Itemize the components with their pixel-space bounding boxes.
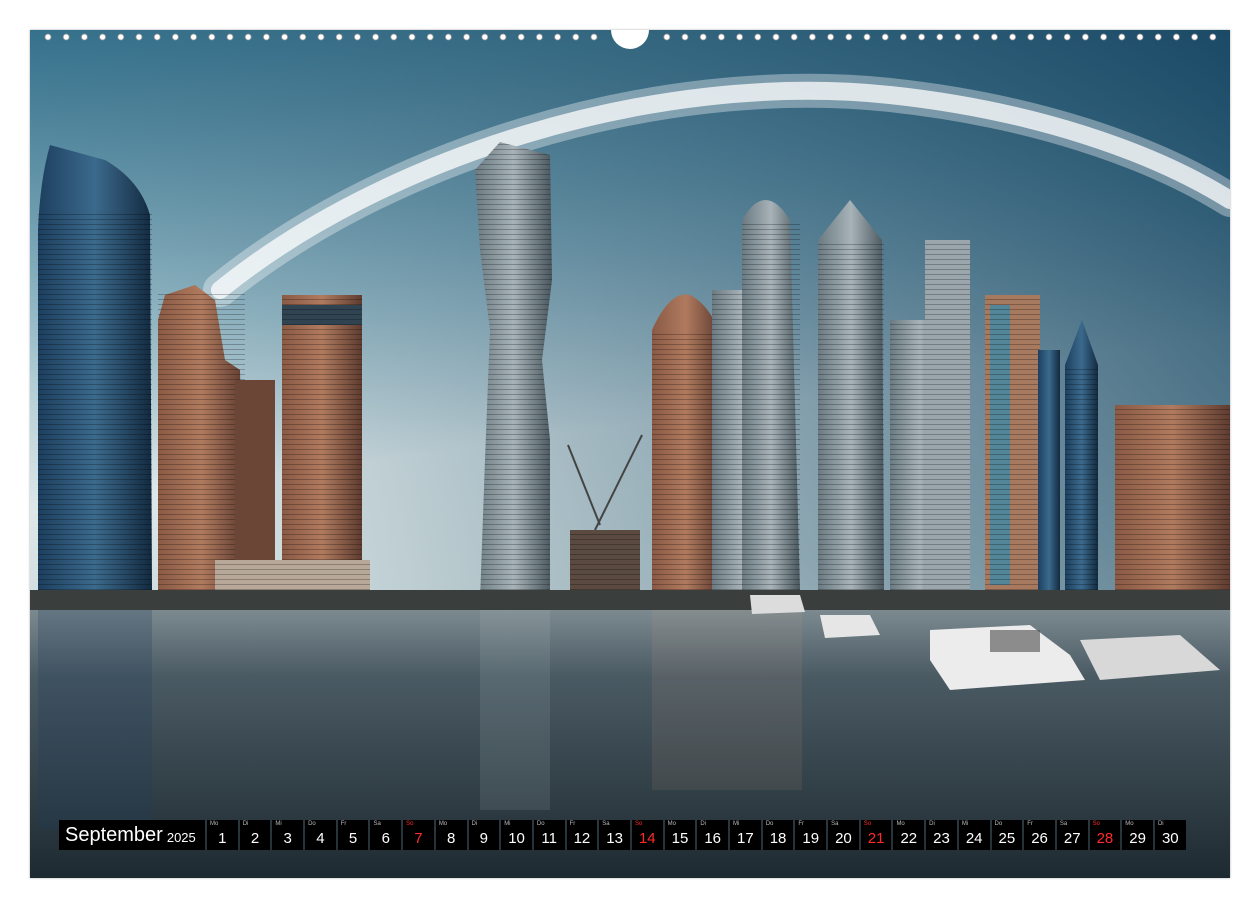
weekday-label: So (863, 821, 872, 827)
weekday-label: Mi (733, 821, 740, 827)
day-number: 30 (1161, 830, 1179, 847)
weekday-label: Fr (798, 821, 805, 827)
day-cell: So 14 (631, 820, 663, 850)
weekday-label: Mi (961, 821, 969, 827)
weekday-label: Mi (275, 821, 282, 827)
day-cell: Sa 6 (370, 820, 402, 850)
day-number: 25 (998, 830, 1016, 847)
weekday-label: Sa (1059, 821, 1068, 827)
day-number: 4 (316, 830, 325, 847)
day-cells: Mo 1 Di 2 Mi 3 Do 4 Fr 5 Sa 6 So 7 Mo 8 Di 9 Mi 10 Do 11 Fr 12 S… (207, 820, 1186, 850)
day-number: 28 (1096, 830, 1114, 847)
day-cell: Mo 1 (207, 820, 238, 850)
day-cell: Mi 17 (730, 820, 761, 850)
weekday-label: Mo (1125, 821, 1134, 827)
day-number: 11 (541, 830, 557, 847)
day-cell: Do 18 (762, 820, 794, 850)
day-cell: Di 9 (468, 820, 500, 850)
calendar-page: September 2025 Mo 1 Di 2 Mi 3 Do 4 Fr 5 Sa 6 So 7 Mo 8 D… (30, 30, 1230, 878)
weekday-label: Di (471, 821, 478, 827)
day-cell: Fr 12 (566, 820, 598, 850)
weekday-label: So (1092, 821, 1100, 827)
weekday-label: Di (929, 821, 935, 827)
day-number: 14 (638, 830, 656, 847)
day-number: 24 (965, 830, 983, 847)
day-number: 26 (1031, 830, 1048, 847)
day-cell: Mo 29 (1122, 820, 1153, 850)
weekday-label: Mo (438, 821, 448, 827)
day-number: 6 (381, 830, 390, 847)
weekday-label: Fr (1027, 821, 1033, 827)
weekday-label: Fr (340, 821, 347, 827)
weekday-label: Mi (504, 821, 511, 827)
day-cell: Sa 27 (1056, 820, 1088, 850)
weekday-label: Mo (896, 821, 905, 827)
day-cell: Mo 8 (435, 820, 467, 850)
day-number: 17 (737, 830, 754, 847)
day-number: 9 (479, 830, 489, 847)
day-number: 20 (835, 830, 852, 847)
day-cell: Mi 10 (501, 820, 532, 850)
day-number: 29 (1129, 830, 1146, 847)
day-number: 12 (573, 830, 591, 847)
weekday-label: Mo (210, 821, 219, 827)
day-number: 19 (802, 830, 820, 847)
day-number: 8 (446, 830, 456, 847)
day-number: 1 (218, 830, 227, 847)
day-number: 3 (283, 830, 292, 847)
day-cell: Di 16 (697, 820, 728, 850)
day-number: 16 (704, 830, 721, 847)
day-cell: Fr 26 (1024, 820, 1055, 850)
day-number: 22 (900, 830, 918, 847)
weekday-label: So (406, 821, 414, 827)
day-cell: Di 23 (926, 820, 957, 850)
weekday-label: Mo (667, 821, 676, 827)
month-label-box: September 2025 (59, 820, 205, 850)
day-number: 7 (414, 830, 423, 847)
day-cell: Mo 15 (664, 820, 696, 850)
weekday-label: Di (242, 821, 249, 827)
day-number: 2 (250, 830, 260, 847)
day-number: 18 (769, 830, 787, 847)
weekday-label: Di (1157, 821, 1164, 827)
day-cell: Do 4 (305, 820, 336, 850)
weekday-label: Do (308, 821, 316, 827)
day-cell: Mi 24 (958, 820, 990, 850)
day-cell: Sa 20 (828, 820, 859, 850)
day-cell: So 7 (403, 820, 434, 850)
day-cell: Mi 3 (272, 820, 304, 850)
month-year: 2025 (166, 830, 196, 845)
weekday-label: Sa (831, 821, 839, 827)
weekday-label: Fr (569, 821, 576, 827)
weekday-label: Di (700, 821, 706, 827)
weekday-label: Do (765, 821, 774, 827)
day-number: 10 (508, 830, 525, 847)
day-cell: Mo 22 (893, 820, 925, 850)
day-number: 21 (867, 830, 885, 847)
day-number: 27 (1063, 830, 1081, 847)
day-number: 13 (606, 830, 623, 847)
weekday-label: Do (536, 821, 545, 827)
day-cell: So 21 (860, 820, 892, 850)
day-cell: So 28 (1089, 820, 1121, 850)
day-number: 23 (933, 830, 950, 847)
day-number: 5 (348, 830, 358, 847)
weekday-label: Do (994, 821, 1003, 827)
weekday-label: Sa (373, 821, 381, 827)
day-number: 15 (671, 830, 689, 847)
weekday-label: So (634, 821, 643, 827)
day-cell: Fr 5 (337, 820, 369, 850)
calendar-strip: September 2025 Mo 1 Di 2 Mi 3 Do 4 Fr 5 Sa 6 So 7 Mo 8 D… (59, 820, 1186, 850)
day-cell: Do 11 (533, 820, 565, 850)
day-cell: Di 30 (1154, 820, 1186, 850)
weekday-label: Sa (602, 821, 610, 827)
dubai-marina-photo (30, 30, 1230, 878)
day-cell: Fr 19 (795, 820, 827, 850)
day-cell: Sa 13 (599, 820, 630, 850)
day-cell: Do 25 (991, 820, 1023, 850)
day-cell: Di 2 (239, 820, 271, 850)
month-name: September (65, 823, 163, 846)
